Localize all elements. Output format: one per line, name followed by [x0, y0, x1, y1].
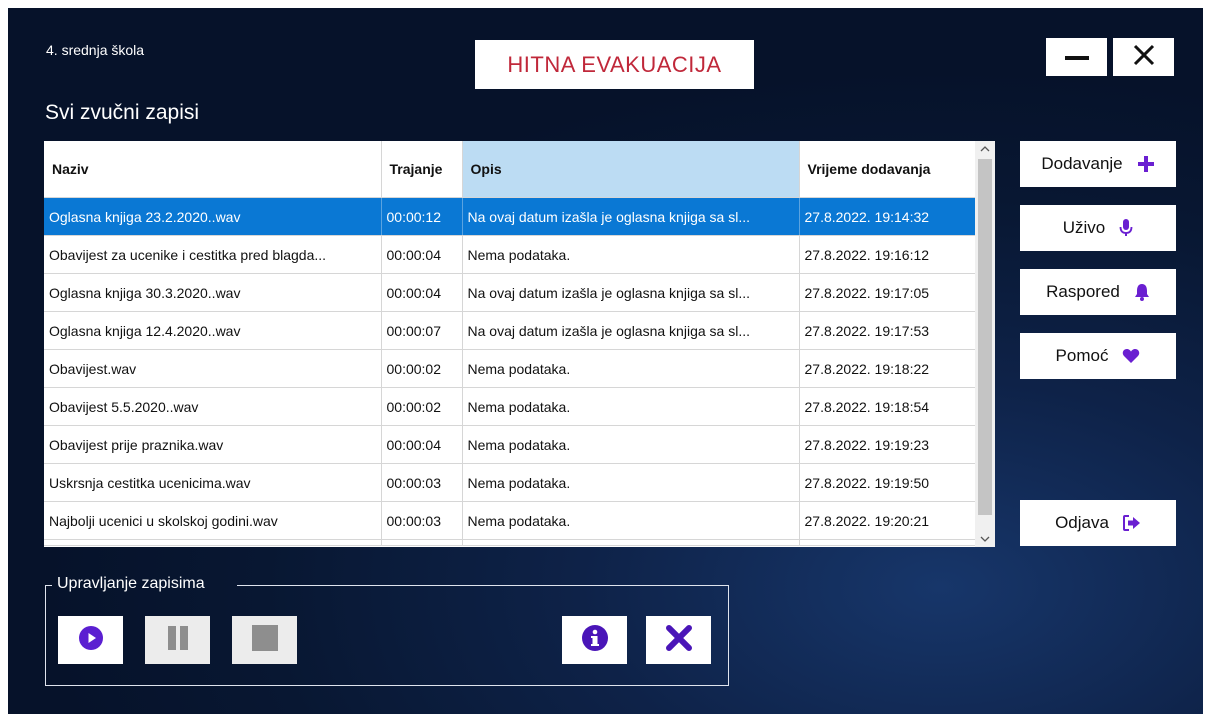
column-header-naziv[interactable]: Naziv: [44, 141, 382, 198]
table-cell-trajanje: 00:00:04: [381, 425, 463, 464]
raspored-label: Raspored: [1046, 282, 1120, 301]
table-row[interactable]: Oglasna knjiga 23.2.2020..wav 00:00:12 Na …: [44, 197, 975, 236]
table-cell-naziv: Najbolji ucenici u skolskoj godini.wav: [44, 501, 382, 540]
heart-icon: [1122, 348, 1140, 364]
odjava-button[interactable]: Odjava: [1020, 500, 1176, 546]
table-cell-naziv: Oglasna knjiga 12.4.2020..wav: [44, 311, 382, 350]
table-cell-naziv: Obavijest prije praznika.wav: [44, 425, 382, 464]
column-header-opis[interactable]: Opis: [462, 141, 800, 198]
table-cell-vrijeme: 27.8.2022. 19:16:12: [799, 235, 975, 274]
table-cell-vrijeme: 27.8.2022. 19:17:05: [799, 273, 975, 312]
table-row[interactable]: Oglasna knjiga 12.4.2020..wav 00:00:07 Na …: [44, 311, 975, 350]
info-button[interactable]: [562, 616, 627, 664]
table-cell-trajanje: 00:00:03: [381, 463, 463, 502]
table-cell-opis: Nema podataka.: [462, 425, 800, 464]
close-icon: [1133, 44, 1155, 71]
table-cell-opis: Nema podataka.: [462, 349, 800, 388]
microphone-icon: [1119, 219, 1133, 237]
table-header-row: Naziv Trajanje Opis Vrijeme dodavanja: [44, 141, 975, 198]
minimize-button[interactable]: [1046, 38, 1107, 76]
delete-x-icon: [665, 624, 692, 656]
table-cell-naziv: Obavijest 5.5.2020..wav: [44, 387, 382, 426]
dodavanje-button[interactable]: Dodavanje: [1020, 141, 1176, 187]
table-cell-trajanje: 00:00:02: [381, 349, 463, 388]
table-cell-naziv: Oglasna knjiga 30.3.2020..wav: [44, 273, 382, 312]
table-cell-opis: Na ovaj datum izašla je oglasna knjiga s…: [462, 197, 800, 236]
table-cell-trajanje: 00:00:02: [381, 387, 463, 426]
school-name: 4. srednja škola: [46, 42, 145, 58]
stop-button[interactable]: [232, 616, 297, 664]
table-row[interactable]: Obavijest za ucenike i cestitka pred bla…: [44, 235, 975, 274]
table-cell-opis: Na ovaj datum izašla je oglasna knjiga s…: [462, 273, 800, 312]
table-cell-trajanje: 00:00:12: [381, 197, 463, 236]
table-cell-vrijeme: 27.8.2022. 19:18:22: [799, 349, 975, 388]
close-button[interactable]: [1113, 38, 1174, 76]
emergency-evacuation-button[interactable]: HITNA EVAKUACIJA: [475, 40, 754, 89]
minimize-icon: [1064, 48, 1089, 66]
play-icon: [78, 625, 103, 655]
table-row[interactable]: Najbolji ucenici u skolskoj godini.wav 00…: [44, 501, 975, 540]
table-row[interactable]: Obavijest.wav 00:00:02 Nema podataka. 27.8.…: [44, 349, 975, 388]
record-controls-label: Upravljanje zapisima: [57, 575, 205, 592]
scrollbar-thumb[interactable]: [978, 159, 992, 515]
table-cell-trajanje: 00:00:04: [381, 273, 463, 312]
uzivo-label: Uživo: [1062, 218, 1106, 237]
table-cell-trajanje: 00:00:03: [381, 501, 463, 540]
scroll-up-icon[interactable]: [975, 141, 995, 157]
table-cell-naziv: Obavijest za ucenike i cestitka pred bla…: [44, 235, 382, 274]
table-scrollbar[interactable]: [975, 141, 995, 547]
table-row[interactable]: Obavijest 5.5.2020..wav 00:00:02 Nema poda…: [44, 387, 975, 426]
bell-icon: [1134, 283, 1150, 301]
pause-button[interactable]: [145, 616, 210, 664]
table-row-partial: [44, 539, 975, 546]
table-cell-naziv: Obavijest.wav: [44, 349, 382, 388]
table-cell-opis: Na ovaj datum izašla je oglasna knjiga s…: [462, 311, 800, 350]
table-cell-vrijeme: 27.8.2022. 19:20:21: [799, 501, 975, 540]
dodavanje-label: Dodavanje: [1041, 154, 1123, 173]
table-cell-trajanje: 00:00:07: [381, 311, 463, 350]
table-cell-opis: Nema podataka.: [462, 235, 800, 274]
recordings-title: Svi zvučni zapisi: [45, 101, 200, 124]
pomoc-label: Pomoć: [1055, 346, 1109, 365]
play-button[interactable]: [58, 616, 123, 664]
table-cell-opis: Nema podataka.: [462, 463, 800, 502]
column-header-trajanje[interactable]: Trajanje: [381, 141, 463, 198]
scroll-down-icon[interactable]: [975, 531, 995, 547]
table-cell-opis: Nema podataka.: [462, 387, 800, 426]
table-row[interactable]: Obavijest prije praznika.wav 00:00:04 Nema…: [44, 425, 975, 464]
plus-icon: [1137, 155, 1155, 173]
table-cell-vrijeme: 27.8.2022. 19:14:32: [799, 197, 975, 236]
column-header-vrijeme[interactable]: Vrijeme dodavanja: [799, 141, 975, 198]
raspored-button[interactable]: Raspored: [1020, 269, 1176, 315]
table-row[interactable]: Uskrsnja cestitka ucenicima.wav 00:00:03 N…: [44, 463, 975, 502]
table-cell-opis: Nema podataka.: [462, 501, 800, 540]
info-icon: [581, 624, 608, 656]
sign-out-icon: [1122, 515, 1141, 531]
uzivo-button[interactable]: Uživo: [1020, 205, 1176, 251]
table-cell-vrijeme: 27.8.2022. 19:19:23: [799, 425, 975, 464]
delete-button[interactable]: [646, 616, 711, 664]
table-cell-trajanje: 00:00:04: [381, 235, 463, 274]
app-window: 4. srednja škola HITNA EVAKUACIJA Svi zv…: [8, 8, 1203, 714]
recordings-table: Naziv Trajanje Opis Vrijeme dodavanja Og…: [44, 141, 975, 547]
table-cell-naziv: Oglasna knjiga 23.2.2020..wav: [44, 197, 382, 236]
table-cell-vrijeme: 27.8.2022. 19:18:54: [799, 387, 975, 426]
stop-icon: [251, 624, 278, 656]
table-cell-vrijeme: 27.8.2022. 19:19:50: [799, 463, 975, 502]
pomoc-button[interactable]: Pomoć: [1020, 333, 1176, 379]
pause-icon: [166, 625, 190, 656]
table-cell-vrijeme: 27.8.2022. 19:17:53: [799, 311, 975, 350]
odjava-label: Odjava: [1055, 513, 1109, 532]
table-row[interactable]: Oglasna knjiga 30.3.2020..wav 00:00:04 Na …: [44, 273, 975, 312]
table-cell-naziv: Uskrsnja cestitka ucenicima.wav: [44, 463, 382, 502]
